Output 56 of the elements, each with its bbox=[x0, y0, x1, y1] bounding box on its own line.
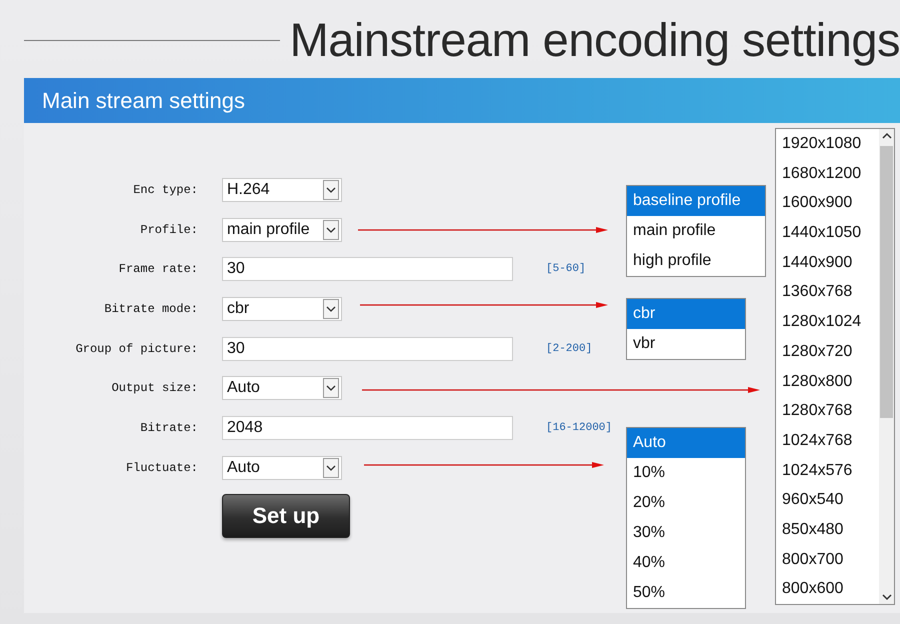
field-label: Frame rate: bbox=[118, 262, 198, 276]
dropdown-option[interactable]: 960x540 bbox=[776, 485, 879, 515]
caret-icon bbox=[323, 180, 339, 200]
scrollbar[interactable] bbox=[879, 129, 894, 604]
input-field[interactable]: 30 bbox=[222, 257, 513, 282]
caret-icon bbox=[323, 299, 339, 320]
caret-icon bbox=[323, 220, 339, 240]
dropdown-option[interactable]: baseline profile bbox=[627, 186, 765, 216]
input-field[interactable]: 2048 bbox=[222, 416, 513, 440]
dropdown-option[interactable]: 1600x900 bbox=[776, 188, 879, 218]
dropdown[interactable]: main profile bbox=[222, 218, 342, 242]
range-hint: [5-60] bbox=[546, 263, 586, 276]
dropdown-option[interactable]: 1920x1080 bbox=[776, 129, 879, 159]
dropdown-option[interactable]: 1280x720 bbox=[776, 336, 879, 366]
dropdown[interactable]: H.264 bbox=[222, 178, 342, 202]
field-label: Fluctuate: bbox=[124, 460, 198, 475]
dropdown-option[interactable]: 1280x1024 bbox=[776, 307, 879, 337]
dropdown-option[interactable]: 1024x576 bbox=[776, 456, 879, 486]
dropdown-option[interactable]: 800x600 bbox=[776, 574, 879, 604]
dropdown-option[interactable]: 50% bbox=[627, 578, 745, 608]
dropdown-option[interactable]: 1440x900 bbox=[776, 248, 879, 278]
dropdown[interactable]: Auto bbox=[222, 456, 342, 480]
caret-icon bbox=[323, 458, 339, 478]
dropdown-option[interactable]: 1360x768 bbox=[776, 277, 879, 308]
field-label: Group of picture: bbox=[74, 342, 198, 356]
dropdown-option[interactable]: 800x700 bbox=[776, 544, 879, 574]
dropdown-option[interactable]: 1280x768 bbox=[776, 396, 879, 426]
dropdown-option[interactable]: 1440x1050 bbox=[776, 218, 879, 248]
field-label: Enc type: bbox=[132, 183, 198, 197]
dropdown[interactable]: cbr bbox=[222, 297, 342, 322]
dropdown-option[interactable]: vbr bbox=[627, 329, 745, 359]
page-title: Mainstream encoding settings bbox=[290, 12, 900, 66]
input-field[interactable]: 30 bbox=[222, 336, 513, 361]
dropdown-option[interactable]: 1680x1200 bbox=[776, 158, 879, 188]
dropdown-option[interactable]: Auto bbox=[627, 428, 745, 458]
dropdown-option[interactable]: 30% bbox=[627, 518, 745, 548]
dropdown-option[interactable]: 1280x800 bbox=[776, 366, 879, 396]
field-label: Profile: bbox=[139, 222, 198, 237]
field-label: Bitrate mode: bbox=[103, 302, 198, 316]
dropdown-option[interactable]: 850x480 bbox=[776, 514, 879, 545]
dropdown-option[interactable]: 40% bbox=[627, 548, 745, 578]
field-label: Output size: bbox=[110, 381, 198, 396]
scroll-thumb[interactable] bbox=[880, 146, 893, 418]
dropdown-option[interactable]: high profile bbox=[627, 246, 765, 276]
dropdown[interactable]: Auto bbox=[222, 376, 342, 400]
dropdown-option[interactable]: 10% bbox=[627, 458, 745, 488]
panel-title: Main stream settings bbox=[42, 88, 245, 114]
set-up-button[interactable]: Set up bbox=[222, 494, 350, 538]
dropdown-option[interactable]: cbr bbox=[627, 299, 745, 329]
caret-icon bbox=[323, 378, 339, 398]
dropdown-option[interactable]: 1024x768 bbox=[776, 426, 879, 456]
dropdown-option[interactable]: main profile bbox=[627, 216, 765, 246]
range-hint: [16-12000] bbox=[546, 422, 612, 434]
dropdown-option[interactable]: 20% bbox=[627, 488, 745, 518]
field-label: Bitrate: bbox=[139, 421, 198, 436]
range-hint: [2-200] bbox=[546, 342, 592, 355]
